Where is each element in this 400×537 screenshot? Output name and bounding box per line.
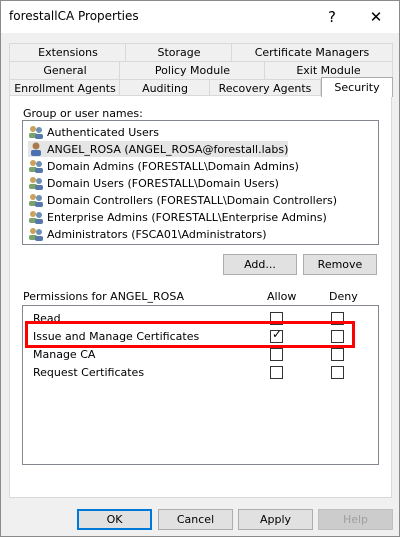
- help-title-button[interactable]: ?: [317, 5, 347, 29]
- tab-general[interactable]: General: [9, 61, 121, 79]
- user-list-item[interactable]: Domain Controllers (FORESTALL\Domain Con…: [28, 192, 337, 208]
- group-icon: [28, 193, 44, 207]
- dialog-title: forestallCA Properties: [9, 9, 139, 23]
- user-list[interactable]: Authenticated Users ANGEL_ROSA (ANGEL_RO…: [22, 120, 379, 245]
- user-name: Enterprise Admins (FORESTALL\Enterprise …: [47, 210, 327, 224]
- allow-manage-ca-checkbox[interactable]: [270, 348, 283, 361]
- group-icon: [28, 176, 44, 190]
- apply-button[interactable]: Apply: [238, 509, 313, 530]
- cancel-button[interactable]: Cancel: [158, 509, 233, 530]
- permissions-label: Permissions for ANGEL_ROSA: [23, 290, 185, 303]
- ok-button[interactable]: OK: [77, 509, 152, 530]
- highlight-box: [25, 321, 355, 348]
- user-name: Domain Controllers (FORESTALL\Domain Con…: [47, 193, 338, 207]
- permission-row: Request Certificates: [33, 364, 144, 380]
- remove-button[interactable]: Remove: [303, 254, 377, 275]
- tab-policy-module[interactable]: Policy Module: [119, 61, 266, 79]
- tab-storage[interactable]: Storage: [125, 43, 233, 61]
- user-list-item[interactable]: Administrators (FSCA01\Administrators): [28, 226, 267, 242]
- add-button[interactable]: Add...: [223, 254, 297, 275]
- tab-security[interactable]: Security: [321, 77, 393, 97]
- group-icon: [28, 159, 44, 173]
- user-list-item[interactable]: Domain Admins (FORESTALL\Domain Admins): [28, 158, 299, 174]
- group-list-label: Group or user names:: [23, 107, 143, 120]
- user-name: Authenticated Users: [47, 125, 160, 139]
- permission-name: Manage CA: [33, 347, 96, 361]
- close-icon[interactable]: ✕: [361, 5, 391, 29]
- group-icon: [28, 125, 44, 139]
- allow-request-certificates-checkbox[interactable]: [270, 366, 283, 379]
- user-list-item[interactable]: Domain Users (FORESTALL\Domain Users): [28, 175, 279, 191]
- permission-name: Request Certificates: [33, 365, 145, 379]
- deny-column-header: Deny: [329, 290, 358, 303]
- help-button[interactable]: Help: [318, 509, 393, 530]
- tab-extensions[interactable]: Extensions: [9, 43, 127, 61]
- group-icon: [28, 227, 44, 241]
- user-name: Domain Admins (FORESTALL\Domain Admins): [47, 159, 299, 173]
- deny-request-certificates-checkbox[interactable]: [331, 366, 344, 379]
- group-icon: [28, 210, 44, 224]
- tab-certificate-managers[interactable]: Certificate Managers: [231, 43, 393, 61]
- properties-dialog: forestallCA Properties ? ✕ Extensions St…: [0, 0, 400, 537]
- user-name: Administrators (FSCA01\Administrators): [47, 227, 267, 241]
- allow-column-header: Allow: [267, 290, 297, 303]
- user-name: Domain Users (FORESTALL\Domain Users): [47, 176, 279, 190]
- title-bar: forestallCA Properties ? ✕: [1, 1, 399, 33]
- user-icon: [28, 142, 44, 156]
- permission-row: Manage CA: [33, 346, 95, 362]
- user-name: ANGEL_ROSA (ANGEL_ROSA@forestall.labs): [47, 142, 289, 156]
- user-list-item[interactable]: Authenticated Users: [28, 124, 159, 140]
- user-list-item[interactable]: Enterprise Admins (FORESTALL\Enterprise …: [28, 209, 327, 225]
- user-list-item-selected[interactable]: ANGEL_ROSA (ANGEL_ROSA@forestall.labs): [28, 141, 289, 157]
- deny-manage-ca-checkbox[interactable]: [331, 348, 344, 361]
